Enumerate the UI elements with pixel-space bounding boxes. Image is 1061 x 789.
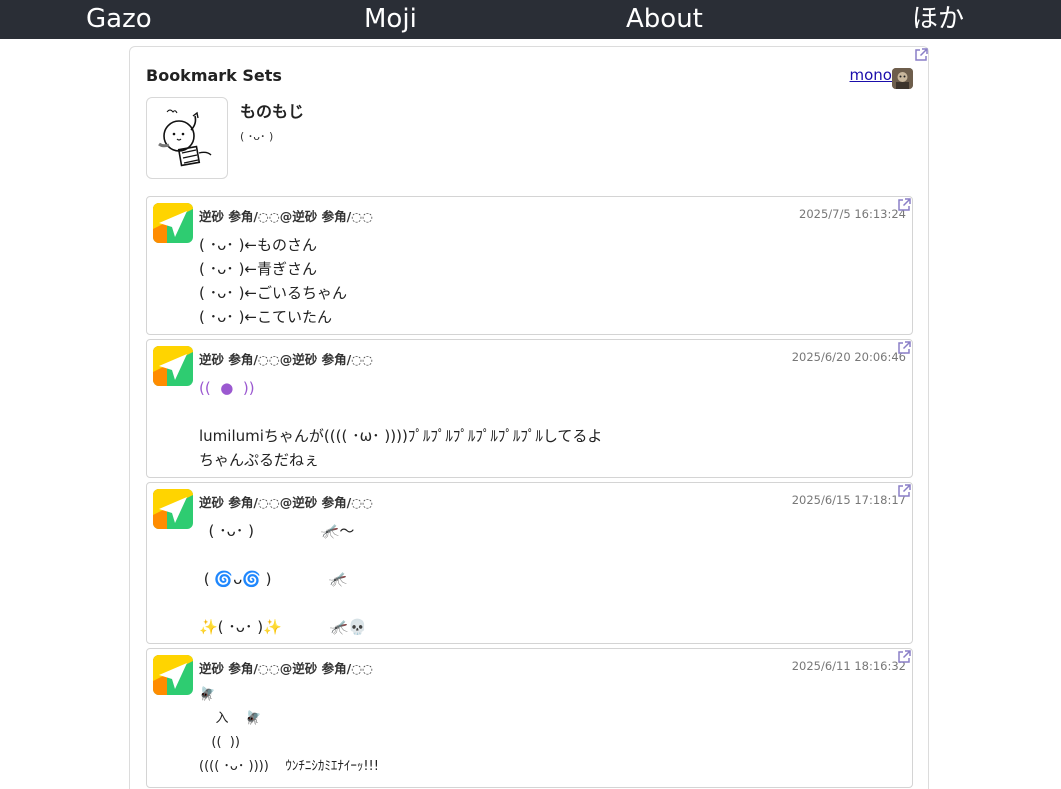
post-card[interactable]: 逆砂 参角/◌◌@逆砂 参角/◌◌ 2025/6/20 20:06:46 (( … bbox=[146, 339, 913, 478]
post-line: (( ● )) bbox=[199, 379, 255, 397]
post-card[interactable]: 逆砂 参角/◌◌@逆砂 参角/◌◌ 2025/6/11 18:16:32 🪰 入… bbox=[146, 648, 913, 788]
post-author[interactable]: 逆砂 参角/◌◌@逆砂 参角/◌◌ bbox=[199, 492, 373, 511]
set-description: ( ･ᴗ･ ) bbox=[240, 130, 274, 143]
post-author[interactable]: 逆砂 参角/◌◌@逆砂 参角/◌◌ bbox=[199, 349, 373, 368]
nav-about[interactable]: About bbox=[626, 0, 703, 39]
post-line: ( ･ᴗ･ )←こていたん bbox=[199, 308, 332, 326]
post-body: 🪰 入 🪰 (( )) (((( ･ᴗ･ )))) ｳﾝﾁﾆｼｶﾐｴﾅｲｰｯ!!! bbox=[199, 683, 379, 779]
post-line bbox=[199, 591, 367, 615]
post-line: ( ･ᴗ･ )←青ぎさん bbox=[199, 260, 317, 278]
post-body: ( ･ᴗ･ ) 🦟〜 ( 🌀ᴗ🌀 ) 🦟 ✨( ･ᴗ･ )✨ 🦟💀 bbox=[199, 519, 367, 639]
bookmark-set-card: Bookmark Sets mono ものもじ ( ･ᴗ･ ) 逆砂 参角/◌◌… bbox=[129, 46, 929, 789]
external-link-icon[interactable] bbox=[914, 48, 928, 62]
post-line: 🪰 bbox=[199, 687, 216, 702]
post-line: ちゃんぷるだねぇ bbox=[199, 451, 320, 469]
post-line: (((( ･ᴗ･ )))) ｳﾝﾁﾆｼｶﾐｴﾅｲｰｯ!!! bbox=[199, 759, 379, 774]
external-link-icon[interactable] bbox=[897, 198, 911, 212]
section-title: Bookmark Sets bbox=[146, 66, 282, 85]
post-line: ✨( ･ᴗ･ )✨ 🦟💀 bbox=[199, 618, 367, 636]
post-line: 入 🪰 bbox=[199, 711, 262, 726]
post-line: ( ･ᴗ･ )←ものさん bbox=[199, 236, 317, 254]
post-line bbox=[199, 400, 602, 424]
avatar[interactable] bbox=[153, 655, 193, 695]
set-thumbnail[interactable] bbox=[146, 97, 228, 179]
owner-avatar[interactable] bbox=[892, 68, 913, 89]
post-line: ( ･ᴗ･ )←ごいるちゃん bbox=[199, 284, 347, 302]
nav-other[interactable]: ほか bbox=[912, 0, 964, 39]
post-card[interactable]: 逆砂 参角/◌◌@逆砂 参角/◌◌ 2025/6/15 17:18:17 ( ･… bbox=[146, 482, 913, 644]
post-card[interactable]: 逆砂 参角/◌◌@逆砂 参角/◌◌ 2025/7/5 16:13:24 ( ･ᴗ… bbox=[146, 196, 913, 335]
owner-link[interactable]: mono bbox=[850, 66, 892, 84]
external-link-icon[interactable] bbox=[897, 650, 911, 664]
top-nav: Gazo Moji About ほか bbox=[0, 0, 1061, 39]
post-timestamp[interactable]: 2025/6/11 18:16:32 bbox=[792, 659, 906, 673]
post-body: (( ● )) lumilumiちゃんが(((( ･ω･ ))))ﾌﾟﾙﾌﾟﾙﾌ… bbox=[199, 376, 602, 472]
post-line: (( )) bbox=[199, 735, 240, 750]
external-link-icon[interactable] bbox=[897, 484, 911, 498]
avatar[interactable] bbox=[153, 346, 193, 386]
post-line bbox=[199, 543, 367, 567]
post-author[interactable]: 逆砂 参角/◌◌@逆砂 参角/◌◌ bbox=[199, 206, 373, 225]
post-body: ( ･ᴗ･ )←ものさん ( ･ᴗ･ )←青ぎさん ( ･ᴗ･ )←ごいるちゃん ( … bbox=[199, 233, 347, 329]
avatar[interactable] bbox=[153, 489, 193, 529]
external-link-icon[interactable] bbox=[897, 341, 911, 355]
nav-moji[interactable]: Moji bbox=[364, 0, 417, 39]
post-timestamp[interactable]: 2025/6/15 17:18:17 bbox=[792, 493, 906, 507]
post-author[interactable]: 逆砂 参角/◌◌@逆砂 参角/◌◌ bbox=[199, 658, 373, 677]
post-line: ( 🌀ᴗ🌀 ) 🦟 bbox=[199, 570, 348, 588]
post-timestamp[interactable]: 2025/7/5 16:13:24 bbox=[799, 207, 906, 221]
post-line: lumilumiちゃんが(((( ･ω･ ))))ﾌﾟﾙﾌﾟﾙﾌﾟﾙﾌﾟﾙﾌﾟﾙ… bbox=[199, 427, 603, 445]
avatar[interactable] bbox=[153, 203, 193, 243]
set-name: ものもじ bbox=[240, 102, 305, 121]
post-line: ( ･ᴗ･ ) 🦟〜 bbox=[199, 522, 355, 540]
post-timestamp[interactable]: 2025/6/20 20:06:46 bbox=[792, 350, 906, 364]
nav-gazo[interactable]: Gazo bbox=[86, 0, 152, 39]
